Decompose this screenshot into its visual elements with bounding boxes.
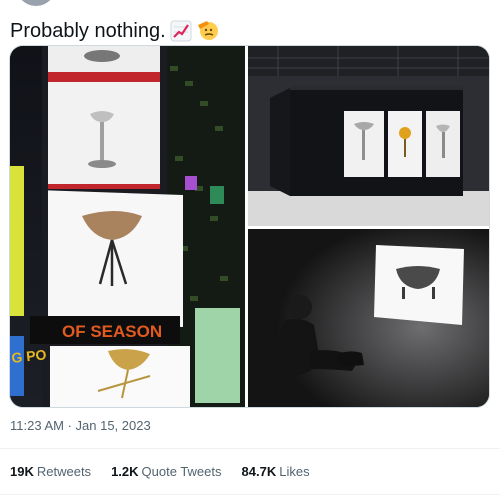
retweets-label: Retweets bbox=[36, 464, 92, 479]
saluting-face-icon bbox=[196, 20, 220, 42]
avatar[interactable] bbox=[16, 0, 56, 6]
media-grid[interactable]: OF SEASON G PO bbox=[9, 45, 490, 408]
likes-stat[interactable]: 84.7K Likes bbox=[242, 464, 310, 479]
quote-tweets-stat[interactable]: 1.2K Quote Tweets bbox=[111, 464, 221, 479]
likes-label: Likes bbox=[279, 464, 310, 479]
tweet-body: Probably nothing. bbox=[10, 20, 166, 42]
retweets-stat[interactable]: 19K Retweets bbox=[10, 464, 91, 479]
engagement-stats: 19K Retweets 1.2K Quote Tweets 84.7K Likes bbox=[10, 464, 310, 479]
media-image-billboards[interactable]: OF SEASON G PO bbox=[10, 46, 245, 407]
chart-increasing-icon bbox=[170, 20, 192, 42]
divider bbox=[0, 494, 500, 495]
likes-count: 84.7K bbox=[241, 464, 277, 479]
media-image-gallery-box[interactable] bbox=[248, 46, 489, 226]
quote-tweets-count: 1.2K bbox=[111, 464, 139, 479]
quote-tweets-label: Quote Tweets bbox=[141, 464, 222, 479]
divider bbox=[0, 448, 500, 449]
billboard-ticker: OF SEASON bbox=[62, 322, 162, 341]
retweets-count: 19K bbox=[10, 464, 34, 479]
media-image-viewer-screen[interactable] bbox=[248, 229, 489, 407]
tweet-timestamp[interactable]: 11:23 AM · Jan 15, 2023 bbox=[10, 418, 151, 433]
tweet-text: Probably nothing. bbox=[10, 18, 220, 44]
